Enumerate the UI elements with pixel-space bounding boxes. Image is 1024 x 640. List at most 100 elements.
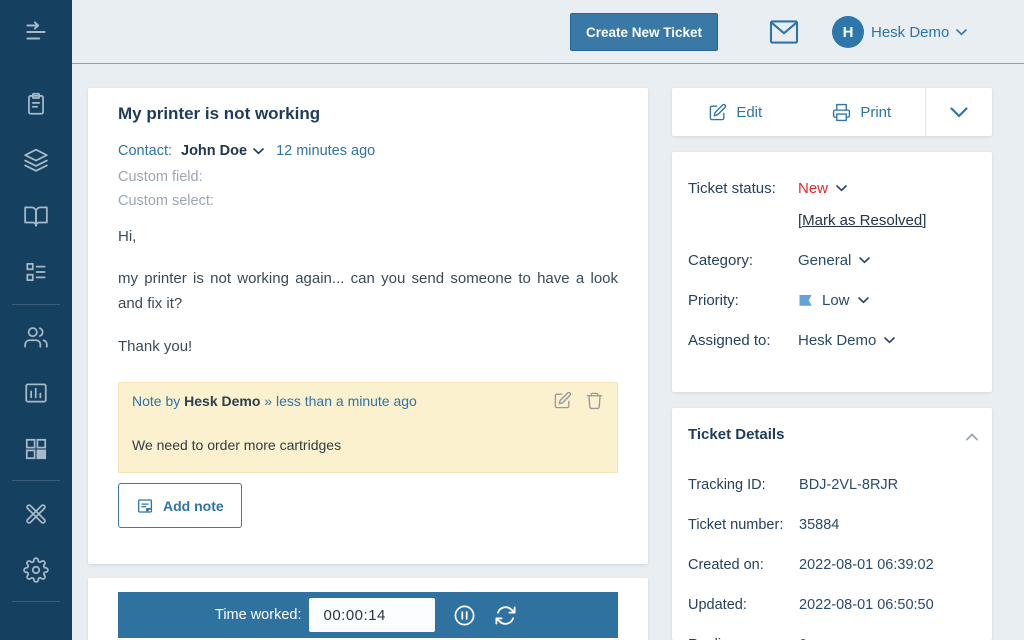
status-value: New [798,180,829,197]
more-actions-button[interactable] [926,88,992,136]
custom-select-label: Custom select: [118,193,214,209]
edit-icon [710,103,727,120]
ticket-status-card: Ticket status: New [Mark as Resolved] Ca… [672,152,992,392]
refresh-icon[interactable] [494,604,517,627]
status-dropdown[interactable]: New [798,180,847,197]
detail-label: Created on: [688,557,764,573]
chevron-down-icon [884,337,896,344]
detail-value: 35884 [799,517,840,533]
book-icon [24,206,48,227]
edit-note-icon[interactable] [553,391,572,410]
category-label: Category: [688,252,754,269]
category-dropdown[interactable]: General [798,252,871,269]
ticket-card: My printer is not working Contact: John … [88,88,648,564]
edit-button[interactable]: Edit [672,88,799,136]
add-note-button[interactable]: Add note [118,483,242,528]
ticket-meta-row: Contact: John Doe 12 minutes ago [118,143,375,159]
tools-icon [26,504,46,524]
detail-label: Updated: [688,597,747,613]
contact-label: Contact: [118,143,172,159]
note-icon [137,498,153,513]
sidebar-divider [12,480,60,481]
details-title: Ticket Details [688,426,785,443]
chevron-up-icon [966,433,978,441]
chevron-down-icon [950,106,968,118]
category-row: Category: General [688,252,871,269]
priority-row: Priority: Low [688,292,869,309]
chevron-down-icon [956,28,968,35]
ticket-actions-card: Edit Print [672,88,992,136]
contact-name: John Doe [181,143,248,159]
grid-icon [25,438,47,460]
sidebar-item-reports[interactable] [23,380,49,406]
message-greeting: Hi, [118,228,137,245]
note-prefix: Note by [132,393,181,409]
sidebar-item-book[interactable] [23,203,49,229]
print-label: Print [860,103,892,121]
pause-icon[interactable] [453,604,476,627]
status-label: Ticket status: [688,180,776,197]
assigned-value: Hesk Demo [798,332,877,349]
message-closing: Thank you! [118,338,193,355]
assigned-label: Assigned to: [688,332,771,349]
chevron-down-icon [836,185,847,192]
top-header: Create New Ticket H Hesk Demo [72,0,1024,64]
time-worked-card: Time worked: [88,578,648,640]
sidebar-divider [12,304,60,305]
add-note-label: Add note [163,497,224,514]
contact-dropdown[interactable]: John Doe [181,143,264,159]
assigned-row: Assigned to: Hesk Demo [688,332,896,349]
menu-toggle-icon[interactable] [23,19,49,45]
priority-label: Priority: [688,292,739,309]
sidebar-item-clipboard[interactable] [23,91,49,117]
sidebar [0,0,72,640]
detail-value: BDJ-2VL-8RJR [799,477,899,493]
detail-label: Tracking ID: [688,477,766,493]
avatar[interactable]: H [832,16,864,48]
detail-row: Created on: 2022-08-01 06:39:02 [688,557,934,573]
bar-chart-icon [25,383,47,403]
layers-icon [24,148,48,172]
message-body: my printer is not working again... can y… [118,270,618,312]
detail-label: Ticket number: [688,517,784,533]
note-text: We need to order more cartridges [132,437,342,453]
print-button[interactable]: Print [799,88,926,136]
chevron-down-icon [253,147,264,154]
priority-value: Low [822,292,850,309]
staff-note: Note by Hesk Demo » less than a minute a… [118,382,618,473]
create-new-ticket-button[interactable]: Create New Ticket [570,13,718,51]
ticket-details-card: Ticket Details Tracking ID: BDJ-2VL-8RJR… [672,408,992,640]
mail-icon[interactable] [769,19,799,45]
chevron-down-icon [859,257,871,264]
sidebar-item-customize[interactable] [23,501,49,527]
chevron-down-icon [857,297,869,304]
users-icon [24,327,48,348]
detail-row: Ticket number: 35884 [688,517,839,533]
time-worked-input[interactable] [309,598,436,632]
ticket-time-ago: 12 minutes ago [276,143,376,159]
sidebar-item-layers[interactable] [23,147,49,173]
time-worked-bar: Time worked: [118,592,618,638]
sidebar-item-settings[interactable] [23,557,49,583]
status-row: Ticket status: New [688,180,847,197]
delete-note-icon[interactable] [585,391,604,410]
detail-row: Tracking ID: BDJ-2VL-8RJR [688,477,898,493]
ticket-title: My printer is not working [118,104,321,123]
priority-dropdown[interactable]: Low [798,292,869,309]
mark-resolved-link[interactable]: [Mark as Resolved] [798,212,926,229]
edit-label: Edit [736,103,763,121]
checklist-icon [26,263,46,281]
sidebar-item-checklist[interactable] [23,259,49,285]
note-header: Note by Hesk Demo » less than a minute a… [132,393,417,409]
assigned-dropdown[interactable]: Hesk Demo [798,332,896,349]
note-time: » less than a minute ago [264,393,417,409]
priority-flag-icon [799,294,812,306]
sidebar-item-modules[interactable] [23,436,49,462]
user-menu[interactable]: Hesk Demo [871,0,968,64]
sidebar-item-users[interactable] [23,324,49,350]
detail-value: 2022-08-01 06:50:50 [799,597,934,613]
custom-field-label: Custom field: [118,169,203,185]
category-value: General [798,252,852,269]
gear-icon [23,557,49,583]
collapse-details-button[interactable] [966,428,978,446]
